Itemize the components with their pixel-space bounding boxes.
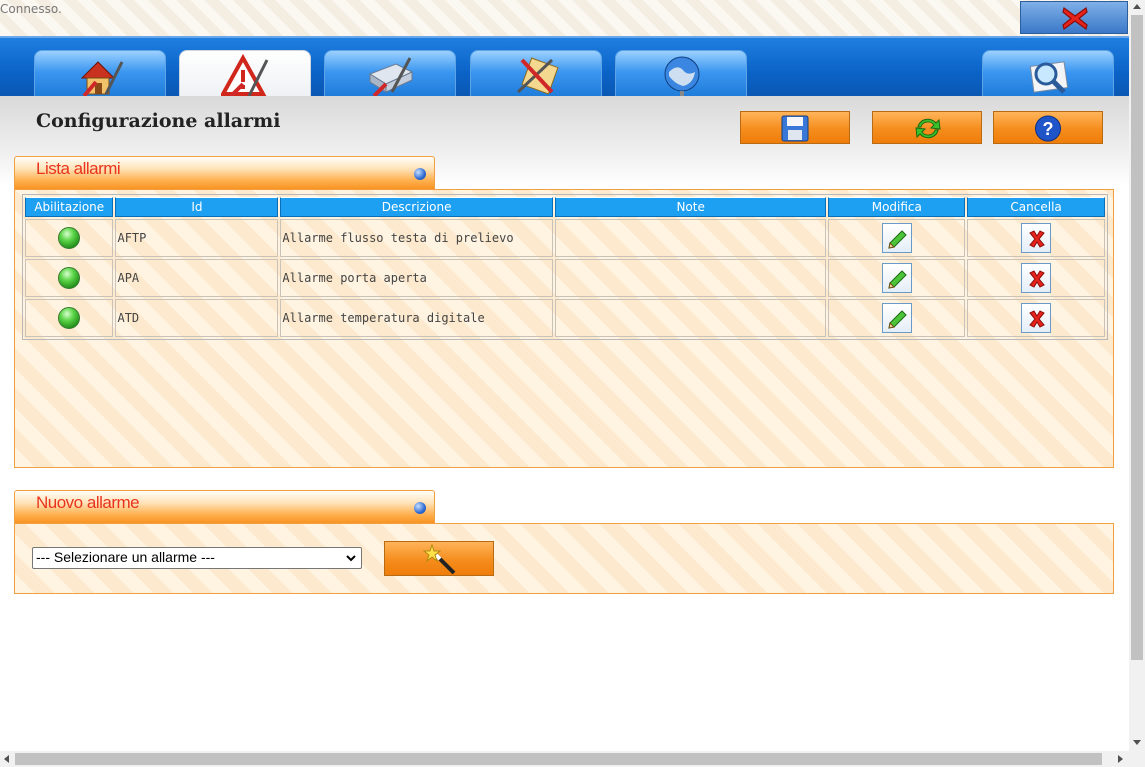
alarm-note: [554, 299, 827, 337]
tab-network[interactable]: [615, 50, 747, 100]
enabled-cell: [25, 259, 114, 297]
main-tab-bar: [0, 36, 1129, 100]
alarm-table: Abilitazione Id Descrizione Note Modific…: [22, 194, 1108, 340]
home-tools-icon: [80, 61, 124, 98]
table-row: AFTP Allarme flusso testa di prelievo: [25, 219, 1105, 257]
alarm-note: [554, 259, 827, 297]
alarm-description: Allarme flusso testa di prelievo: [280, 219, 553, 257]
delete-cell: [967, 219, 1105, 257]
status-bar: Connesso.: [0, 0, 1129, 36]
alarm-description: Allarme porta aperta: [280, 259, 553, 297]
help-icon: ?: [1035, 115, 1061, 142]
delete-x-icon: [1029, 310, 1045, 328]
horizontal-scrollbar[interactable]: [0, 751, 1145, 767]
column-header: Note: [554, 197, 827, 217]
delete-button[interactable]: [1021, 303, 1052, 333]
chevron-down-icon: [346, 555, 356, 562]
network-icon: [664, 56, 700, 100]
new-alarm-panel: --- Selezionare un allarme ---: [14, 523, 1114, 594]
enabled-led-icon[interactable]: [58, 227, 81, 249]
scroll-right-icon[interactable]: [1118, 755, 1123, 763]
column-header: Modifica: [828, 197, 966, 217]
delete-button[interactable]: [1021, 223, 1052, 253]
horizontal-scroll-thumb[interactable]: [15, 753, 1102, 765]
save-button[interactable]: [740, 111, 850, 144]
refresh-button[interactable]: [872, 111, 982, 144]
delete-x-icon: [1029, 270, 1045, 288]
create-alarm-button[interactable]: [384, 541, 494, 576]
search-icon: [1029, 61, 1069, 94]
alarm-list-title: Lista allarmi: [36, 159, 121, 178]
enabled-cell: [25, 219, 114, 257]
help-button[interactable]: ?: [993, 111, 1103, 144]
tab-search[interactable]: [982, 50, 1114, 98]
enabled-cell: [25, 299, 114, 337]
new-alarm-title: Nuovo allarme: [36, 493, 140, 512]
floppy-icon: [781, 115, 809, 142]
pencil-icon: [888, 270, 907, 289]
page-content: Configurazione allarmi ? Lista allarmi A…: [0, 96, 1129, 751]
pencil-icon: [888, 230, 907, 249]
vertical-scrollbar[interactable]: [1129, 0, 1145, 751]
refresh-icon: [915, 118, 941, 139]
edit-cell: [828, 299, 966, 337]
new-alarm-header: Nuovo allarme: [14, 490, 435, 524]
scroll-up-icon[interactable]: [1133, 4, 1141, 9]
pencil-icon: [888, 310, 907, 329]
edit-cell: [828, 219, 966, 257]
edit-button[interactable]: [881, 303, 912, 333]
delete-button[interactable]: [1021, 263, 1052, 293]
tab-tools[interactable]: [470, 50, 602, 98]
table-row: ATD Allarme temperatura digitale: [25, 299, 1105, 337]
table-row: APA Allarme porta aperta: [25, 259, 1105, 297]
collapse-toggle-icon[interactable]: [414, 168, 426, 180]
close-button[interactable]: [1020, 1, 1128, 34]
column-header: Descrizione: [280, 197, 553, 217]
page-title: Configurazione allarmi: [36, 110, 281, 132]
column-header: Cancella: [967, 197, 1105, 217]
alarm-id: ATD: [115, 299, 279, 337]
scroll-left-icon[interactable]: [4, 755, 9, 763]
alarm-list-panel: Abilitazione Id Descrizione Note Modific…: [14, 189, 1114, 468]
edit-cell: [828, 259, 966, 297]
collapse-toggle-icon[interactable]: [414, 502, 426, 514]
alarm-id: APA: [115, 259, 279, 297]
delete-cell: [967, 259, 1105, 297]
vertical-scroll-thumb[interactable]: [1131, 15, 1143, 660]
column-header: Id: [115, 197, 279, 217]
alarm-type-select-value: --- Selezionare un allarme ---: [36, 549, 215, 565]
alarm-type-select[interactable]: --- Selezionare un allarme ---: [32, 547, 362, 569]
edit-button[interactable]: [881, 263, 912, 293]
tab-devices[interactable]: [324, 50, 456, 98]
column-header: Abilitazione: [25, 197, 114, 217]
enabled-led-icon[interactable]: [58, 267, 81, 289]
tools-config-icon: [516, 57, 559, 95]
connection-status: Connesso.: [0, 2, 62, 16]
alarm-config-icon: [221, 54, 269, 98]
delete-x-icon: [1029, 230, 1045, 248]
scroll-down-icon[interactable]: [1133, 740, 1141, 745]
magic-wand-icon: [422, 543, 456, 575]
tab-alarms[interactable]: [179, 50, 311, 98]
alarm-description: Allarme temperatura digitale: [280, 299, 553, 337]
alarm-list-header: Lista allarmi: [14, 156, 435, 190]
delete-cell: [967, 299, 1105, 337]
alarm-note: [554, 219, 827, 257]
svg-text:?: ?: [1043, 119, 1054, 139]
device-config-icon: [368, 57, 414, 98]
tab-home[interactable]: [34, 50, 166, 98]
enabled-led-icon[interactable]: [58, 307, 81, 329]
edit-button[interactable]: [881, 223, 912, 253]
alarm-id: AFTP: [115, 219, 279, 257]
close-icon: [1062, 6, 1088, 31]
